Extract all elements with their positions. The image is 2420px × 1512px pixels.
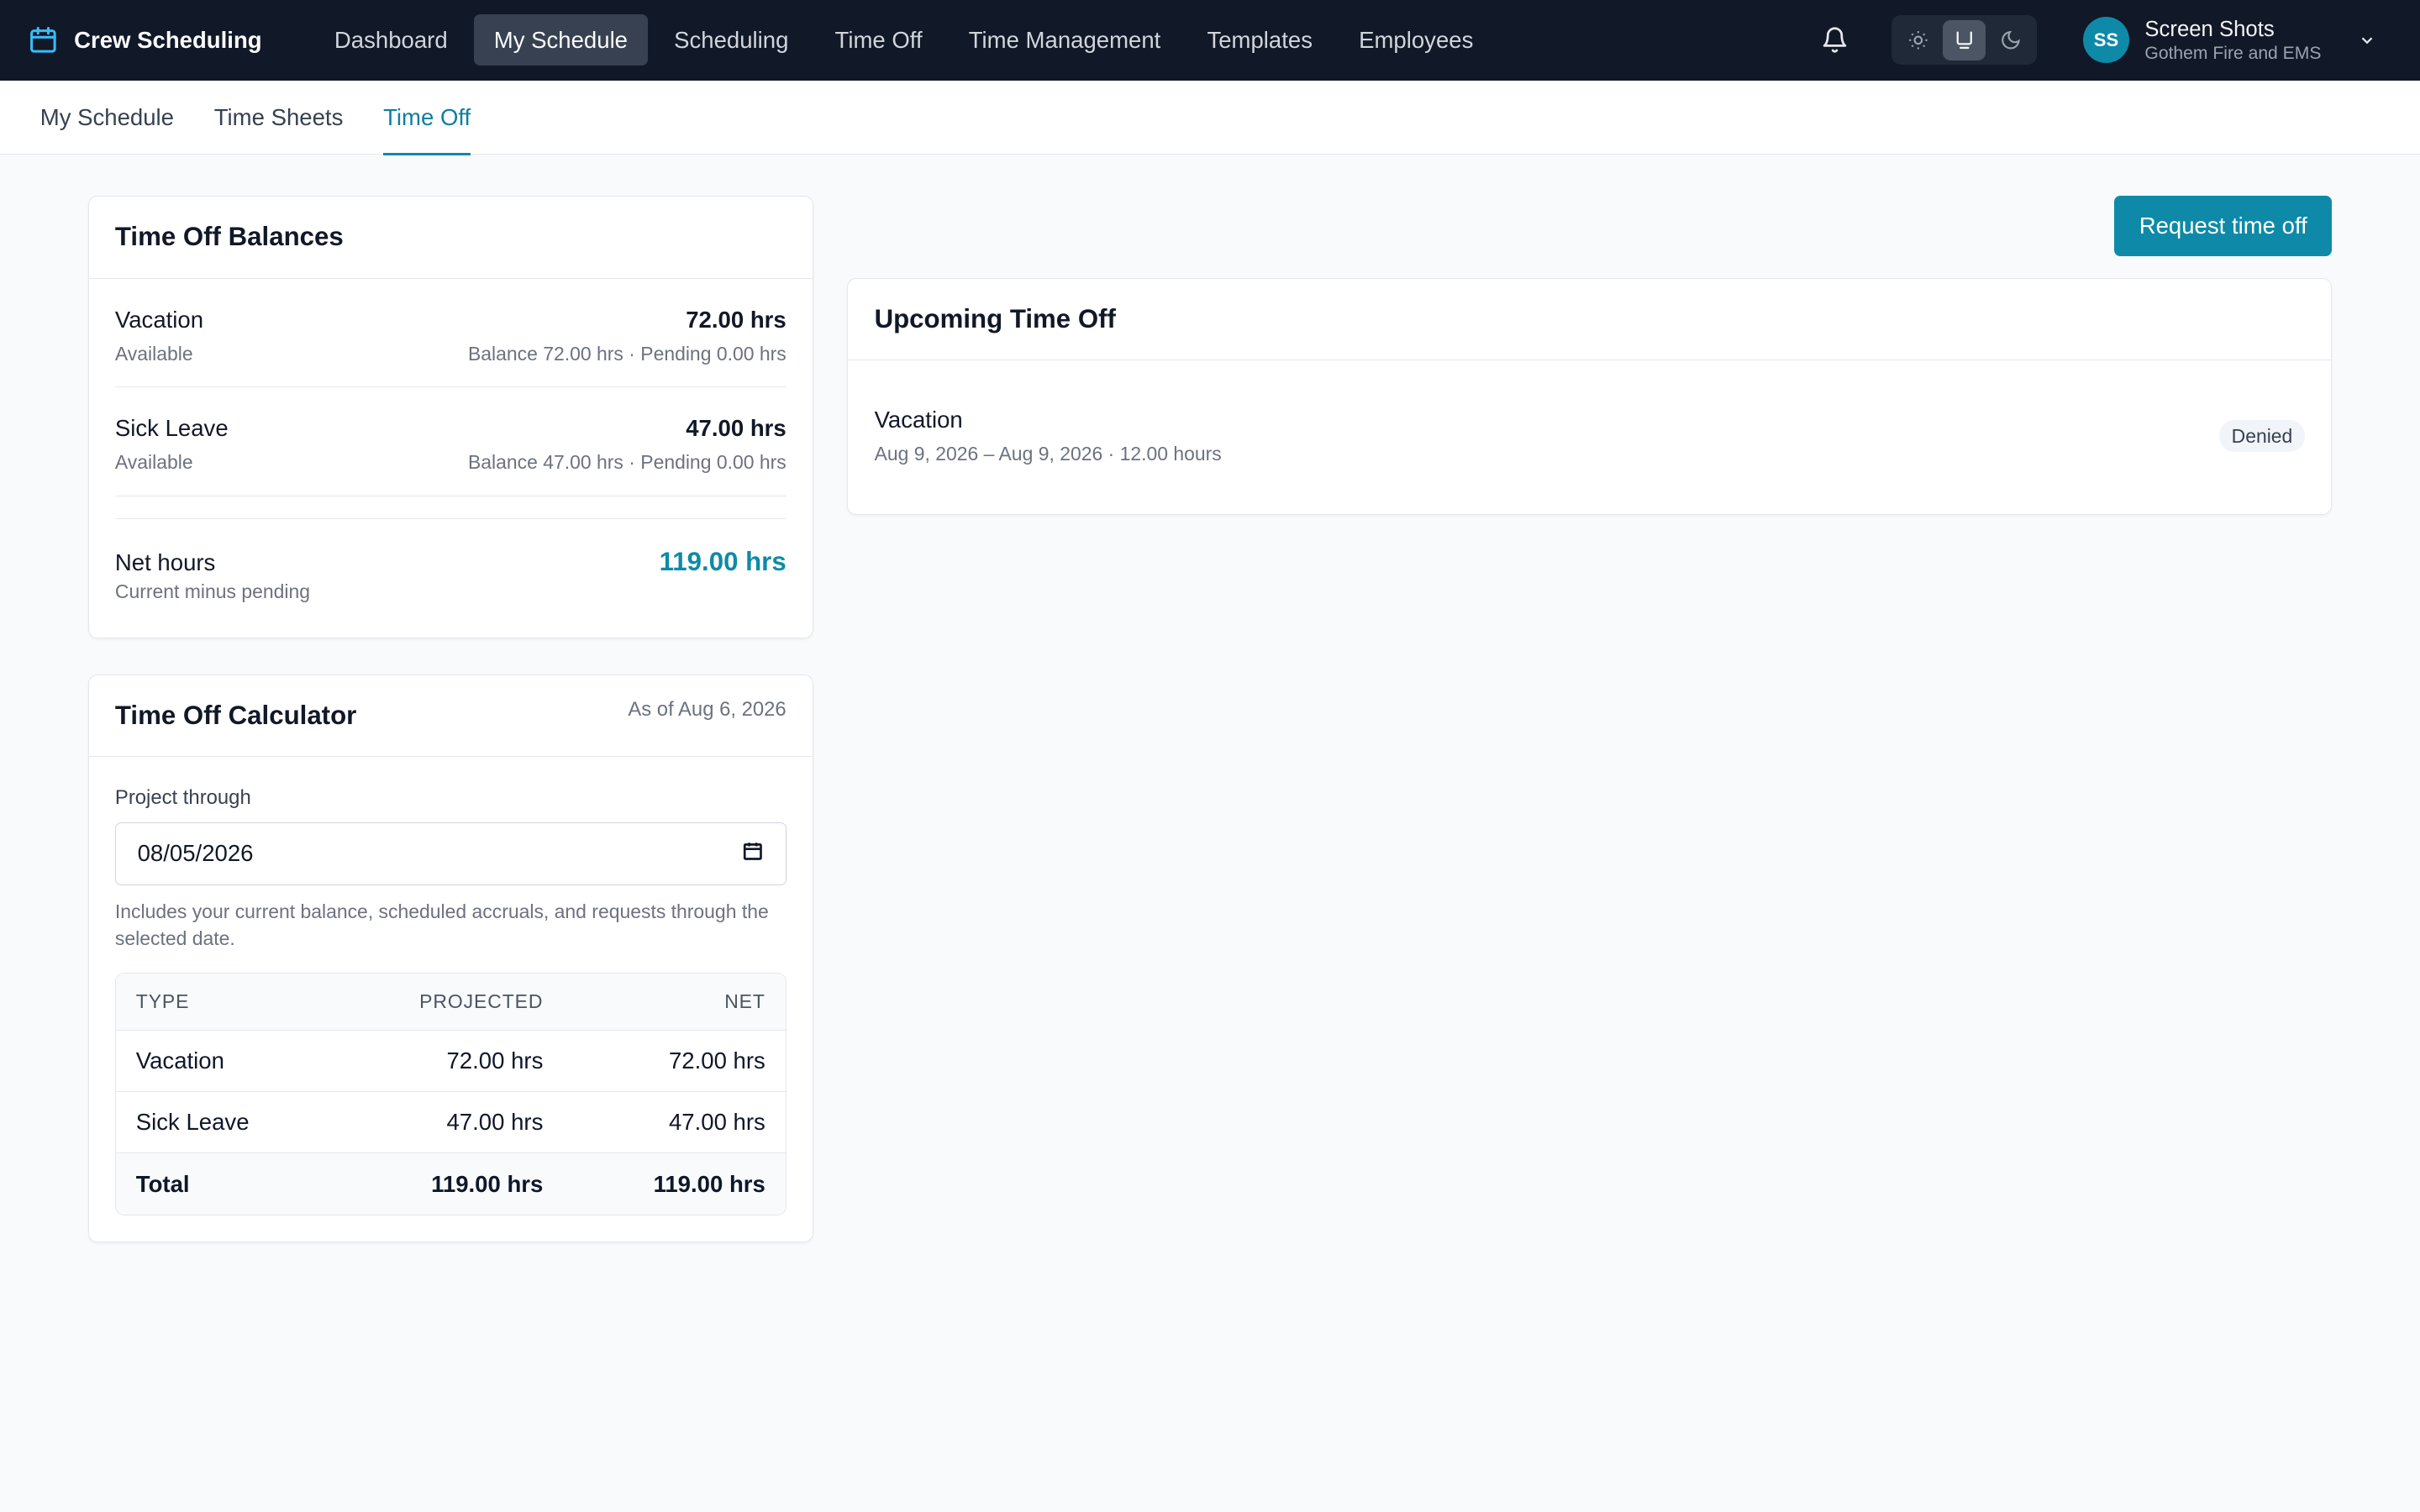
calendar-icon[interactable] [742,840,764,868]
card-title: Time Off Calculator [114,700,357,730]
balance-status: Available [114,451,193,474]
projection-table: TYPE PROJECTED NET Vacation 72.00 hrs 72… [114,973,786,1215]
moon-icon[interactable] [1989,20,2032,60]
user-name: Screen Shots [2144,17,2275,41]
net-label: Net hours [114,549,216,575]
balance-value: 72.00 hrs [686,306,786,333]
nav-scheduling[interactable]: Scheduling [654,14,808,66]
help-text: Includes your current balance, scheduled… [114,900,769,949]
calendar-icon [28,24,59,55]
nav-dashboard[interactable]: Dashboard [314,14,468,66]
upcoming-name: Vacation [874,407,963,433]
time-off-balances-card: Time Off Balances Vacation 72.00 hrs Ava… [87,196,813,639]
cell-projected: 47.00 hrs [446,1109,544,1136]
table-row: Sick Leave 47.00 hrs 47.00 hrs [115,1091,786,1152]
user-org: Gothem Fire and EMS [2144,43,2322,63]
cell-type: Sick Leave [135,1109,250,1136]
net-value: 119.00 hrs [659,546,786,576]
nav-employees[interactable]: Employees [1339,14,1493,66]
cell-net: 72.00 hrs [668,1047,765,1074]
request-time-off-button[interactable]: Request time off [2114,196,2333,256]
col-projected: PROJECTED [419,990,544,1013]
avatar: SS [2082,17,2130,64]
cell-projected: 119.00 hrs [431,1170,544,1197]
project-through-date-input[interactable]: 08/05/2026 [114,822,786,885]
nav-my-schedule[interactable]: My Schedule [473,14,648,66]
table-row: Vacation 72.00 hrs 72.00 hrs [115,1029,786,1091]
sub-tabs: My Schedule Time Sheets Time Off [0,80,2420,156]
field-label: Project through [114,785,251,809]
status-badge: Denied [2218,420,2306,453]
balance-name: Sick Leave [114,415,229,442]
as-of-date: As of Aug 6, 2026 [628,698,786,722]
balance-detail: Balance 72.00 hrs · Pending 0.00 hrs [467,342,786,365]
user-menu[interactable]: SS Screen Shots Gothem Fire and EMS [2082,17,2377,64]
nav-templates[interactable]: Templates [1187,14,1333,66]
app-name: Crew Scheduling [74,26,262,53]
table-total-row: Total 119.00 hrs 119.00 hrs [115,1152,786,1215]
net-hours: Net hours 119.00 hrs Current minus pendi… [114,517,786,603]
net-sub: Current minus pending [114,580,310,602]
balance-row: Vacation 72.00 hrs Available Balance 72.… [114,279,786,388]
theme-switch [1891,15,2037,66]
cell-projected: 72.00 hrs [446,1047,544,1074]
monitor-icon[interactable] [1942,19,1986,60]
cell-net: 47.00 hrs [668,1109,765,1136]
sun-icon[interactable] [1897,20,1939,60]
date-value: 08/05/2026 [137,840,254,867]
upcoming-time-off-card: Upcoming Time Off Vacation Aug 9, 2026 –… [847,277,2333,516]
balance-row: Sick Leave 47.00 hrs Available Balance 4… [114,387,786,497]
balance-status: Available [114,342,193,365]
tab-time-sheets[interactable]: Time Sheets [214,81,344,155]
time-off-calculator-card: Time Off Calculator As of Aug 6, 2026 Pr… [87,674,813,1242]
tab-my-schedule[interactable]: My Schedule [40,81,174,155]
brand[interactable]: Crew Scheduling [28,24,262,55]
col-net: NET [724,990,765,1013]
main-nav: Dashboard My Schedule Scheduling Time Of… [314,14,1493,66]
top-navbar: Crew Scheduling Dashboard My Schedule Sc… [0,0,2420,81]
cell-net: 119.00 hrs [653,1170,765,1197]
cell-type: Total [135,1170,190,1197]
list-item[interactable]: Vacation Aug 9, 2026 – Aug 9, 2026 · 12.… [848,360,2331,512]
table-header: TYPE PROJECTED NET [115,974,786,1030]
balance-value: 47.00 hrs [686,415,786,442]
balance-name: Vacation [114,306,204,333]
col-type: TYPE [135,990,190,1013]
card-title: Time Off Balances [114,222,344,252]
nav-time-management[interactable]: Time Management [949,14,1181,66]
tab-time-off[interactable]: Time Off [383,81,471,156]
balance-detail: Balance 47.00 hrs · Pending 0.00 hrs [467,451,786,474]
bell-icon[interactable] [1818,24,1851,57]
chevron-down-icon [2358,31,2376,50]
card-title: Upcoming Time Off [874,303,1116,333]
cell-type: Vacation [135,1047,224,1074]
upcoming-detail: Aug 9, 2026 – Aug 9, 2026 · 12.00 hours [874,443,1222,465]
nav-time-off[interactable]: Time Off [815,14,943,66]
